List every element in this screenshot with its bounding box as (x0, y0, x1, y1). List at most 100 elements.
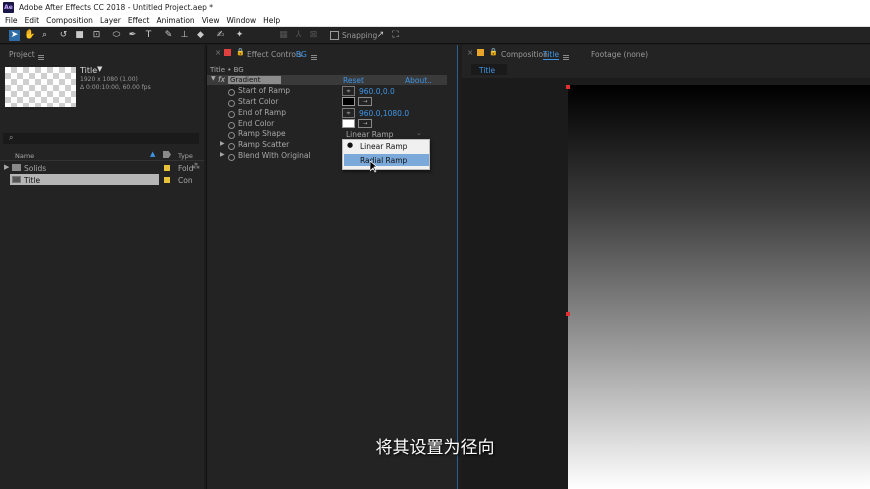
effect-controls-layer[interactable]: BG (296, 50, 307, 59)
snapping-checkbox[interactable] (330, 31, 339, 40)
menu-layer[interactable]: Layer (100, 16, 121, 25)
stopwatch-icon[interactable] (228, 141, 235, 150)
comp-color-swatch (477, 49, 484, 56)
start-color-swatch[interactable] (342, 97, 355, 106)
about-link[interactable]: About.. (405, 76, 432, 85)
lock-icon[interactable]: 🔒 (236, 48, 245, 56)
start-of-ramp-value[interactable]: 960.0,0.0 (359, 87, 395, 96)
comp-canvas[interactable] (568, 85, 870, 489)
expand-arrow-icon[interactable]: ▶ (4, 163, 9, 171)
prop-end-color: End Color (238, 119, 275, 128)
comp-duration: Δ 0:00:10:00, 60.00 fps (80, 84, 151, 91)
ramp-start-point-handle[interactable] (566, 85, 570, 89)
ellipse-tool-icon[interactable]: ⬭ (111, 30, 122, 41)
expand-arrow-icon[interactable]: ▶ (220, 140, 225, 147)
label-color-swatch[interactable] (164, 165, 170, 171)
comp-panel-menu-icon[interactable] (563, 52, 569, 61)
zoom-tool-icon[interactable]: ⌕ (39, 30, 50, 41)
lock-icon[interactable]: 🔒 (489, 48, 498, 56)
menu-composition[interactable]: Composition (46, 16, 93, 25)
chevron-down-icon[interactable]: ⌄ (416, 129, 422, 137)
project-item-type: Con (178, 176, 193, 185)
eyedropper-icon[interactable]: ⇢ (358, 119, 372, 128)
effect-controls-tab[interactable]: Effect Controls (247, 50, 302, 59)
flowchart-icon[interactable]: ⁂ (192, 162, 200, 171)
menu-view[interactable]: View (202, 16, 220, 25)
snap-features-icon[interactable]: ⛶ (390, 30, 401, 41)
reset-link[interactable]: Reset (343, 76, 364, 85)
expand-arrow-icon[interactable]: ▶ (220, 151, 225, 158)
rotation-tool-icon[interactable]: ↺ (58, 30, 69, 41)
brush-tool-icon[interactable]: ✎ (163, 30, 174, 41)
selection-tool-icon[interactable]: ➤ (9, 30, 20, 41)
stopwatch-icon[interactable] (228, 98, 235, 107)
prop-blend-with-original: Blend With Original (238, 151, 311, 160)
project-panel-menu-icon[interactable] (38, 52, 44, 61)
project-search-input[interactable] (3, 133, 199, 144)
menu-animation[interactable]: Animation (156, 16, 194, 25)
composition-tab[interactable]: Composition (501, 50, 548, 59)
type-tool-icon[interactable]: T (143, 30, 154, 41)
video-subtitle: 将其设置为径向 (375, 438, 495, 458)
dropdown-option-linear-ramp[interactable]: Linear Ramp (360, 142, 407, 151)
stopwatch-icon[interactable] (228, 87, 235, 96)
eyedropper-icon[interactable]: ⇢ (358, 97, 372, 106)
stopwatch-icon[interactable] (228, 109, 235, 118)
footage-tab[interactable]: Footage (none) (591, 50, 648, 59)
close-tab-icon[interactable]: × (215, 48, 221, 57)
menu-edit[interactable]: Edit (25, 16, 40, 25)
composition-panel: × 🔒 Composition Title Footage (none) Tit… (462, 45, 870, 489)
fx-toggle-icon[interactable]: fx (218, 75, 225, 84)
comp-resolution: 1920 x 1080 (1.00) (80, 76, 138, 83)
composition-icon (12, 176, 21, 183)
hand-tool-icon[interactable]: ✋ (24, 30, 35, 41)
pen-tool-icon[interactable]: ✒ (127, 30, 138, 41)
ramp-end-point-handle[interactable] (566, 312, 570, 316)
world-axis-mode-icon[interactable]: ⅄ (293, 30, 304, 41)
project-panel: Project Title ▼ 1920 x 1080 (1.00) Δ 0:0… (0, 45, 204, 489)
view-axis-mode-icon[interactable]: ⊠ (308, 30, 319, 41)
title-bar: Ae Adobe After Effects CC 2018 - Untitle… (0, 0, 870, 15)
menu-file[interactable]: File (5, 16, 18, 25)
puppet-pin-tool-icon[interactable]: ✦ (234, 30, 245, 41)
dropdown-option-radial-ramp[interactable]: Radial Ramp (360, 156, 407, 165)
end-of-ramp-value[interactable]: 960.0,1080.0 (359, 109, 409, 118)
close-tab-icon[interactable]: × (467, 48, 473, 57)
type-column-header[interactable]: Type (178, 152, 193, 160)
sort-ascending-icon[interactable]: ▲ (150, 150, 155, 158)
composition-tab-name[interactable]: Title (543, 50, 560, 60)
comp-name-label: Title (80, 66, 98, 75)
point-target-icon[interactable]: ⌖ (342, 108, 355, 118)
menu-effect[interactable]: Effect (128, 16, 150, 25)
roto-brush-tool-icon[interactable]: ✍ (215, 30, 226, 41)
menu-window[interactable]: Window (227, 16, 257, 25)
label-color-swatch[interactable] (164, 177, 170, 183)
menu-help[interactable]: Help (263, 16, 280, 25)
stopwatch-icon[interactable] (228, 152, 235, 161)
breadcrumb: Title • BG (210, 66, 244, 74)
tools-toolbar: ➤ ✋ ⌕ ↺ ■ ⊡ ⬭ ✒ T ✎ ⊥ ◆ ✍ ✦ ▦ ⅄ ⊠ Snappi… (0, 27, 870, 44)
pan-behind-tool-icon[interactable]: ⊡ (91, 30, 102, 41)
clone-stamp-tool-icon[interactable]: ⊥ (179, 30, 190, 41)
project-item-name: Title (24, 176, 41, 185)
snapping-label: Snapping (342, 31, 378, 40)
comp-name-dropdown-icon[interactable]: ▼ (97, 65, 102, 73)
eraser-tool-icon[interactable]: ◆ (195, 30, 206, 41)
project-item-name: Solids (24, 164, 47, 173)
viewer-tab-label[interactable]: Title (479, 66, 495, 75)
name-column-header[interactable]: Name (15, 152, 34, 160)
ramp-shape-select[interactable]: Linear Ramp (346, 130, 393, 139)
effect-name[interactable]: Gradient Ramp (228, 76, 281, 92)
snap-edges-icon[interactable]: ↗ (375, 30, 386, 41)
app-logo-icon: Ae (3, 2, 14, 13)
local-axis-mode-icon[interactable]: ▦ (278, 30, 289, 41)
stopwatch-icon[interactable] (228, 130, 235, 139)
end-color-swatch[interactable] (342, 119, 355, 128)
stopwatch-icon[interactable] (228, 120, 235, 129)
collapse-arrow-icon[interactable]: ▼ (211, 75, 216, 82)
prop-start-color: Start Color (238, 97, 279, 106)
point-target-icon[interactable]: ⌖ (342, 86, 355, 96)
project-tab[interactable]: Project (9, 50, 35, 59)
camera-tool-icon[interactable]: ■ (74, 30, 85, 41)
effect-panel-menu-icon[interactable] (311, 52, 317, 61)
